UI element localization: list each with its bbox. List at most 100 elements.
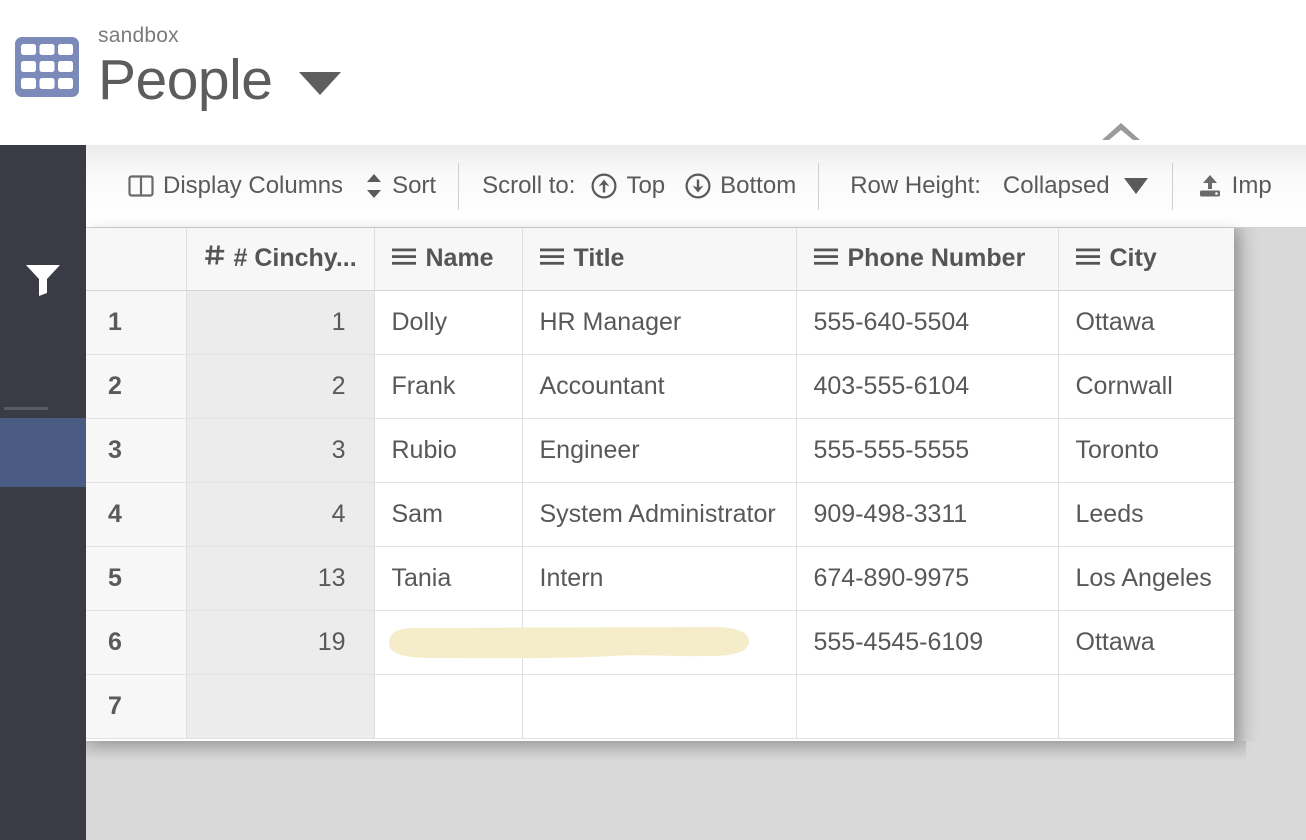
column-header-cinchy-id[interactable]: # Cinchy...: [186, 228, 375, 291]
column-header-label: Phone Number: [847, 244, 1026, 273]
title-cell[interactable]: Intern: [522, 546, 797, 611]
table-dropdown-caret-icon[interactable]: [298, 72, 341, 95]
table-row[interactable]: 4 4 Sam System Administrator 909-498-3311 Lee…: [86, 482, 1234, 547]
title-cell[interactable]: Urban: [522, 610, 797, 675]
title-cell[interactable]: System Administrator: [522, 482, 797, 547]
phone-cell[interactable]: 403-555-6104: [796, 354, 1059, 419]
hash-icon: [204, 244, 226, 273]
row-number-cell: 6: [86, 610, 187, 675]
cinchy-id-cell[interactable]: 4: [186, 482, 375, 547]
sort-button[interactable]: Sort: [365, 145, 436, 227]
text-lines-icon: [813, 244, 838, 273]
title-cell[interactable]: HR Manager: [522, 290, 797, 355]
row-number-cell: 7: [86, 674, 187, 739]
row-number-cell: 4: [86, 482, 187, 547]
title-texts: sandbox People: [98, 24, 273, 111]
title-cell[interactable]: Engineer: [522, 418, 797, 483]
phone-cell[interactable]: 555-640-5504: [796, 290, 1059, 355]
cinchy-id-cell[interactable]: [186, 674, 375, 739]
title-cell[interactable]: Accountant: [522, 354, 797, 419]
column-header-label: # Cinchy...: [233, 244, 357, 273]
row-height-value: Collapsed: [1002, 172, 1110, 199]
name-cell[interactable]: Rubio: [374, 418, 523, 483]
city-cell[interactable]: Ottawa: [1058, 610, 1234, 675]
cinchy-id-cell[interactable]: 3: [186, 418, 375, 483]
scroll-top-label: Top: [626, 172, 666, 199]
toolbar-divider: [458, 162, 460, 210]
phone-cell[interactable]: 674-890-9975: [796, 546, 1059, 611]
column-header-city[interactable]: City: [1058, 228, 1234, 291]
caret-down-icon: [1123, 178, 1148, 194]
scroll-to-top-button[interactable]: Top: [591, 145, 665, 227]
filter-funnel-icon: [26, 265, 60, 296]
cinchy-id-cell[interactable]: 13: [186, 546, 375, 611]
city-cell[interactable]: Leeds: [1058, 482, 1234, 547]
column-header-rownum: [86, 228, 187, 291]
row-number-cell: 2: [86, 354, 187, 419]
toolbar-divider-3: [1171, 162, 1173, 210]
phone-cell[interactable]: 909-498-3311: [796, 482, 1059, 547]
table-row[interactable]: 7: [86, 674, 1234, 739]
grid-toolbar: Display Columns Sort Scroll to: Top Bott…: [86, 145, 1306, 228]
city-cell[interactable]: Toronto: [1058, 418, 1234, 483]
columns-icon: [128, 174, 154, 198]
cinchy-id-cell[interactable]: 2: [186, 354, 375, 419]
breadcrumb[interactable]: sandbox: [98, 24, 273, 48]
cinchy-id-cell[interactable]: 1: [186, 290, 375, 355]
table-row[interactable]: 1 1 Dolly HR Manager 555-640-5504 Ottawa: [86, 290, 1234, 355]
name-cell[interactable]: Frank: [374, 354, 523, 419]
city-cell[interactable]: Ottawa: [1058, 290, 1234, 355]
cinchy-table-view: sandbox People Display Columns Sort Scro…: [0, 0, 1306, 840]
table-row[interactable]: 3 3 Rubio Engineer 555-555-5555 Toronto: [86, 418, 1234, 483]
city-cell[interactable]: Cornwall: [1058, 354, 1234, 419]
text-lines-icon: [391, 244, 416, 273]
sort-label: Sort: [392, 172, 437, 199]
row-height-label: Row Height:: [850, 172, 981, 199]
sort-updown-icon: [365, 173, 383, 199]
text-lines-icon: [1075, 244, 1100, 273]
people-table: # Cinchy... Name Title Phone Number City…: [86, 228, 1234, 739]
row-number-cell: 1: [86, 290, 187, 355]
name-cell[interactable]: Dolly: [374, 290, 523, 355]
data-grid: # Cinchy... Name Title Phone Number City…: [86, 228, 1234, 741]
import-label: Imp: [1231, 172, 1272, 199]
table-row[interactable]: 6 19 Carl Urban 555-4545-6109 Ottawa: [86, 610, 1234, 675]
left-sidebar: [0, 145, 86, 840]
row-height-select[interactable]: Collapsed: [1003, 145, 1148, 227]
table-row[interactable]: 2 2 Frank Accountant 403-555-6104 Cornwall: [86, 354, 1234, 419]
table-row[interactable]: 5 13 Tania Intern 674-890-9975 Los Angeles: [86, 546, 1234, 611]
column-header-label: City: [1109, 244, 1157, 273]
phone-cell[interactable]: [796, 674, 1059, 739]
sidebar-divider: [4, 407, 48, 410]
name-cell[interactable]: Tania: [374, 546, 523, 611]
table-body: 1 1 Dolly HR Manager 555-640-5504 Ottawa 2 2 Fra…: [86, 290, 1234, 739]
column-header-phone-number[interactable]: Phone Number: [796, 228, 1059, 291]
scroll-to-bottom-button[interactable]: Bottom: [685, 145, 796, 227]
name-cell[interactable]: Sam: [374, 482, 523, 547]
column-header-label: Name: [425, 244, 494, 273]
scroll-bottom-label: Bottom: [720, 172, 797, 199]
import-button[interactable]: Imp: [1197, 145, 1272, 227]
phone-cell[interactable]: 555-4545-6109: [796, 610, 1059, 675]
city-cell[interactable]: Los Angeles: [1058, 546, 1234, 611]
display-columns-button[interactable]: Display Columns: [128, 145, 343, 227]
sidebar-item-selected[interactable]: [0, 418, 86, 487]
name-cell[interactable]: [374, 674, 523, 739]
column-header-name[interactable]: Name: [374, 228, 523, 291]
text-lines-icon: [539, 244, 564, 273]
phone-cell[interactable]: 555-555-5555: [796, 418, 1059, 483]
title-cell[interactable]: [522, 674, 797, 739]
chevron-up-icon[interactable]: [1098, 118, 1144, 144]
toolbar-divider-2: [818, 162, 820, 210]
table-grid-icon: [15, 37, 79, 97]
column-header-title[interactable]: Title: [522, 228, 797, 291]
column-header-label: Title: [573, 244, 625, 273]
sidebar-item-filter[interactable]: [0, 255, 86, 303]
name-cell[interactable]: Carl: [374, 610, 523, 675]
arrow-down-circle-icon: [685, 173, 711, 199]
city-cell[interactable]: [1058, 674, 1234, 739]
page-title: People: [98, 48, 273, 112]
cinchy-id-cell[interactable]: 19: [186, 610, 375, 675]
title-cluster: sandbox People: [14, 24, 341, 111]
arrow-up-circle-icon: [591, 173, 617, 199]
